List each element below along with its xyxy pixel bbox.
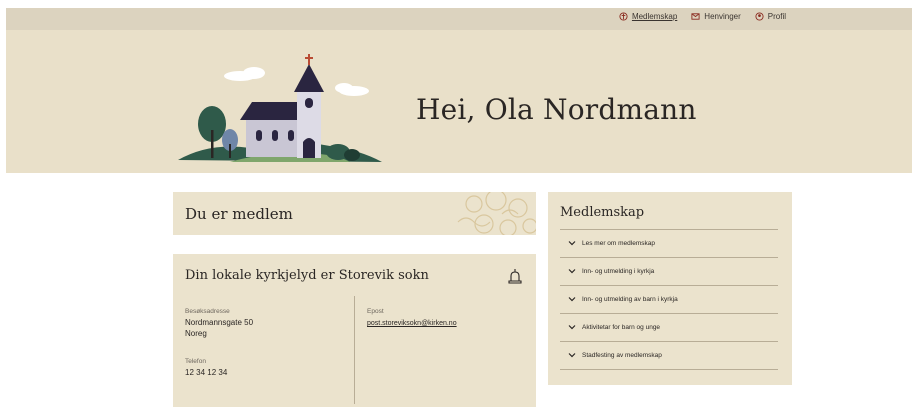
accordion-label: Stadfesting av medlemskap xyxy=(582,351,662,359)
address-label: Besøksadresse xyxy=(185,308,230,315)
accordion-label: Inn- og utmelding av barn i kyrkja xyxy=(582,295,678,303)
email-block: Epost post.storeviksokn@kirken.no xyxy=(367,306,457,329)
phone-block: Telefon 12 34 12 34 xyxy=(185,356,227,378)
church-illustration xyxy=(178,54,382,162)
accordion-item-confirm-membership[interactable]: Stadfesting av medlemskap xyxy=(560,341,778,369)
nav-label-profile: Profil xyxy=(767,12,786,21)
accordion-label: Les mer om medlemskap xyxy=(582,239,655,247)
address-block: Besøksadresse Nordmannsgate 50 Noreg xyxy=(185,306,253,339)
user-icon xyxy=(755,12,764,21)
member-status-card: Du er medlem xyxy=(173,192,536,235)
nav-label-messages: Henvinger xyxy=(704,12,741,21)
church-bell-icon xyxy=(508,269,522,284)
column-divider xyxy=(354,296,355,404)
accordion-label: Aktivitetar for barn og unge xyxy=(582,323,661,331)
nav-label-membership: Medlemskap xyxy=(631,12,678,21)
member-status-title: Du er medlem xyxy=(185,205,293,223)
divider xyxy=(560,369,778,370)
accordion-item-read-more[interactable]: Les mer om medlemskap xyxy=(560,229,778,257)
accordion-label: Inn- og utmelding i kyrkja xyxy=(582,267,655,275)
greeting-heading: Hei, Ola Nordmann xyxy=(416,93,697,126)
chevron-down-icon xyxy=(568,353,576,358)
accordion-item-children-join-leave[interactable]: Inn- og utmelding av barn i kyrkja xyxy=(560,285,778,313)
accordion-item-activities[interactable]: Aktivitetar for barn og unge xyxy=(560,313,778,341)
email-label: Epost xyxy=(367,308,384,315)
top-bar: Medlemskap Henvinger Profil xyxy=(6,8,912,30)
chevron-down-icon xyxy=(568,325,576,330)
envelope-icon xyxy=(691,13,700,20)
local-parish-card: Din lokale kyrkjelyd er Storevik sokn Be… xyxy=(173,254,536,407)
chevron-down-icon xyxy=(568,297,576,302)
membership-sidebar: Medlemskap Les mer om medlemskap Inn- og… xyxy=(548,192,792,385)
hero-banner: Hei, Ola Nordmann xyxy=(6,30,912,173)
chevron-down-icon xyxy=(568,241,576,246)
phone-value: 12 34 12 34 xyxy=(185,368,228,377)
top-nav: Medlemskap Henvinger Profil xyxy=(619,12,786,21)
email-link[interactable]: post.storeviksokn@kirken.no xyxy=(367,320,457,327)
phone-label: Telefon xyxy=(185,358,206,365)
accordion-item-join-leave[interactable]: Inn- og utmelding i kyrkja xyxy=(560,257,778,285)
address-line2: Noreg xyxy=(185,329,207,338)
nav-item-messages[interactable]: Henvinger xyxy=(691,12,741,21)
chevron-down-icon xyxy=(568,269,576,274)
church-icon xyxy=(619,12,628,21)
nav-item-profile[interactable]: Profil xyxy=(755,12,786,21)
local-parish-title: Din lokale kyrkjelyd er Storevik sokn xyxy=(185,268,429,283)
decorative-pattern xyxy=(457,192,536,235)
sidebar-title: Medlemskap xyxy=(560,205,645,220)
nav-item-membership[interactable]: Medlemskap xyxy=(619,12,677,21)
address-line1: Nordmannsgate 50 xyxy=(185,318,254,327)
